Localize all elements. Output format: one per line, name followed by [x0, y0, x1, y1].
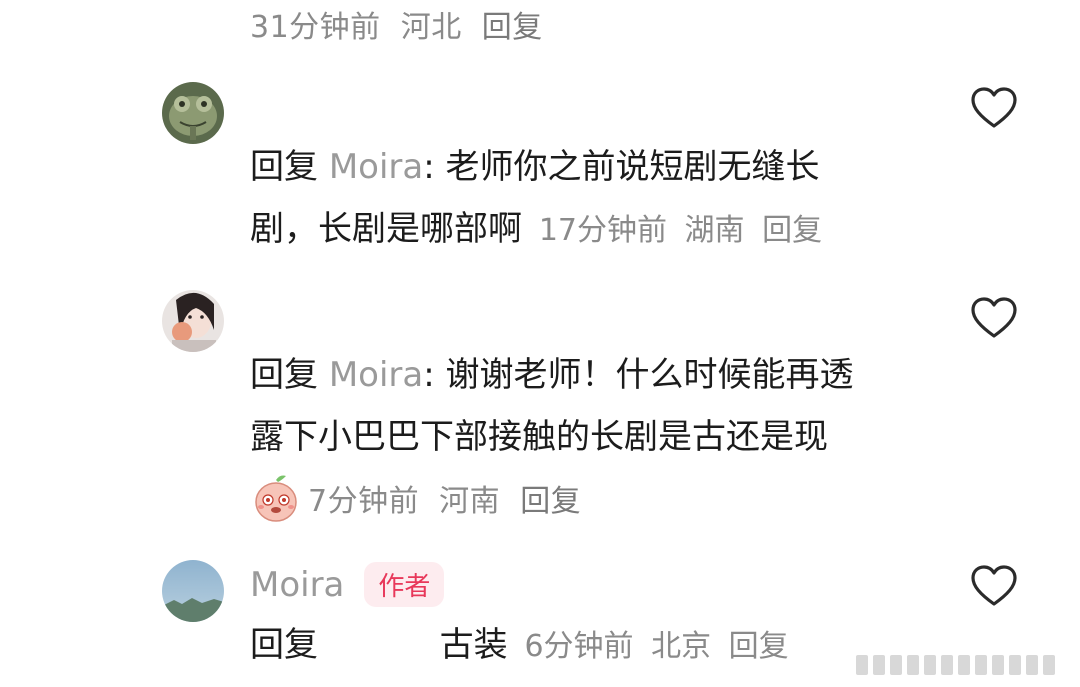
comment-meta: 7分钟前 河南 回复 — [250, 472, 591, 524]
comment-text-line1: : 老师你之前说短剧无缝长 — [423, 147, 820, 187]
reply-prefix: 回复 — [250, 147, 318, 187]
comment-line: 回复 Moira: 谢谢老师！什么时候能再透 — [250, 344, 950, 406]
comment-location: 湖南 — [684, 213, 745, 248]
like-heart-icon[interactable] — [970, 296, 1018, 340]
comment-meta: 6分钟前 北京 回复 — [524, 629, 796, 664]
comment-line: 露下小巴巴下部接触的长剧是古还是现 — [250, 406, 950, 468]
comment-text-line2: 剧，长剧是哪部啊 — [250, 209, 522, 249]
reply-link[interactable]: 回复 — [762, 213, 822, 248]
peach-pleading-emoji-icon — [250, 472, 302, 524]
comment-meta-text: 7分钟前 河南 回复 — [308, 476, 591, 520]
comment-meta: 17分钟前 湖南 回复 — [539, 213, 830, 248]
comment-body: 回复 Moira: 谢谢老师！什么时候能再透 露下小巴巴下部接触的长剧是古还是现 — [250, 344, 950, 468]
comment-body: 回复 古装 6分钟前 北京 回复 — [250, 614, 950, 678]
sky-avatar-icon[interactable] — [162, 560, 224, 622]
mention-user[interactable]: Moira — [329, 355, 423, 395]
like-heart-icon[interactable] — [970, 564, 1018, 608]
comment-text: 古装 — [439, 625, 508, 665]
reply-prefix: 回复 — [250, 355, 318, 395]
comment-text-line2: 露下小巴巴下部接触的长剧是古还是现 — [250, 417, 828, 457]
comment-location: 河北 — [400, 10, 462, 45]
author-badge: 作者 — [364, 562, 445, 607]
watermark — [856, 655, 1066, 675]
reply-link[interactable]: 回复 — [482, 10, 543, 45]
comment-line: 剧，长剧是哪部啊 17分钟前 湖南 回复 — [250, 198, 950, 262]
author-name[interactable]: Moira — [250, 565, 344, 605]
author-row: Moira 作者 — [250, 562, 445, 607]
mention-user[interactable]: Moira — [329, 147, 423, 187]
comment-time: 31分钟前 — [250, 10, 381, 45]
comment-line: 回复 Moira: 老师你之前说短剧无缝长 — [250, 136, 950, 198]
comment-line: 回复 古装 6分钟前 北京 回复 — [250, 614, 950, 678]
comment-location: 河南 — [439, 484, 501, 519]
reply-prefix: 回复 — [250, 625, 318, 665]
girl-avatar-icon[interactable] — [162, 290, 224, 352]
comment-time: 6分钟前 — [524, 629, 634, 664]
reply-link[interactable]: 回复 — [729, 629, 789, 664]
comment-time: 17分钟前 — [538, 213, 667, 248]
comment-location: 北京 — [651, 629, 712, 664]
comment-text-line1: : 谢谢老师！什么时候能再透 — [423, 355, 854, 395]
reply-link[interactable]: 回复 — [520, 484, 581, 519]
comment-body: 回复 Moira: 老师你之前说短剧无缝长 剧，长剧是哪部啊 17分钟前 湖南 … — [250, 136, 950, 262]
frog-avatar-icon[interactable] — [162, 82, 224, 144]
comment-time: 7分钟前 — [308, 484, 420, 519]
previous-comment-meta: 31分钟前 河北 回复 — [250, 2, 553, 46]
like-heart-icon[interactable] — [970, 86, 1018, 130]
